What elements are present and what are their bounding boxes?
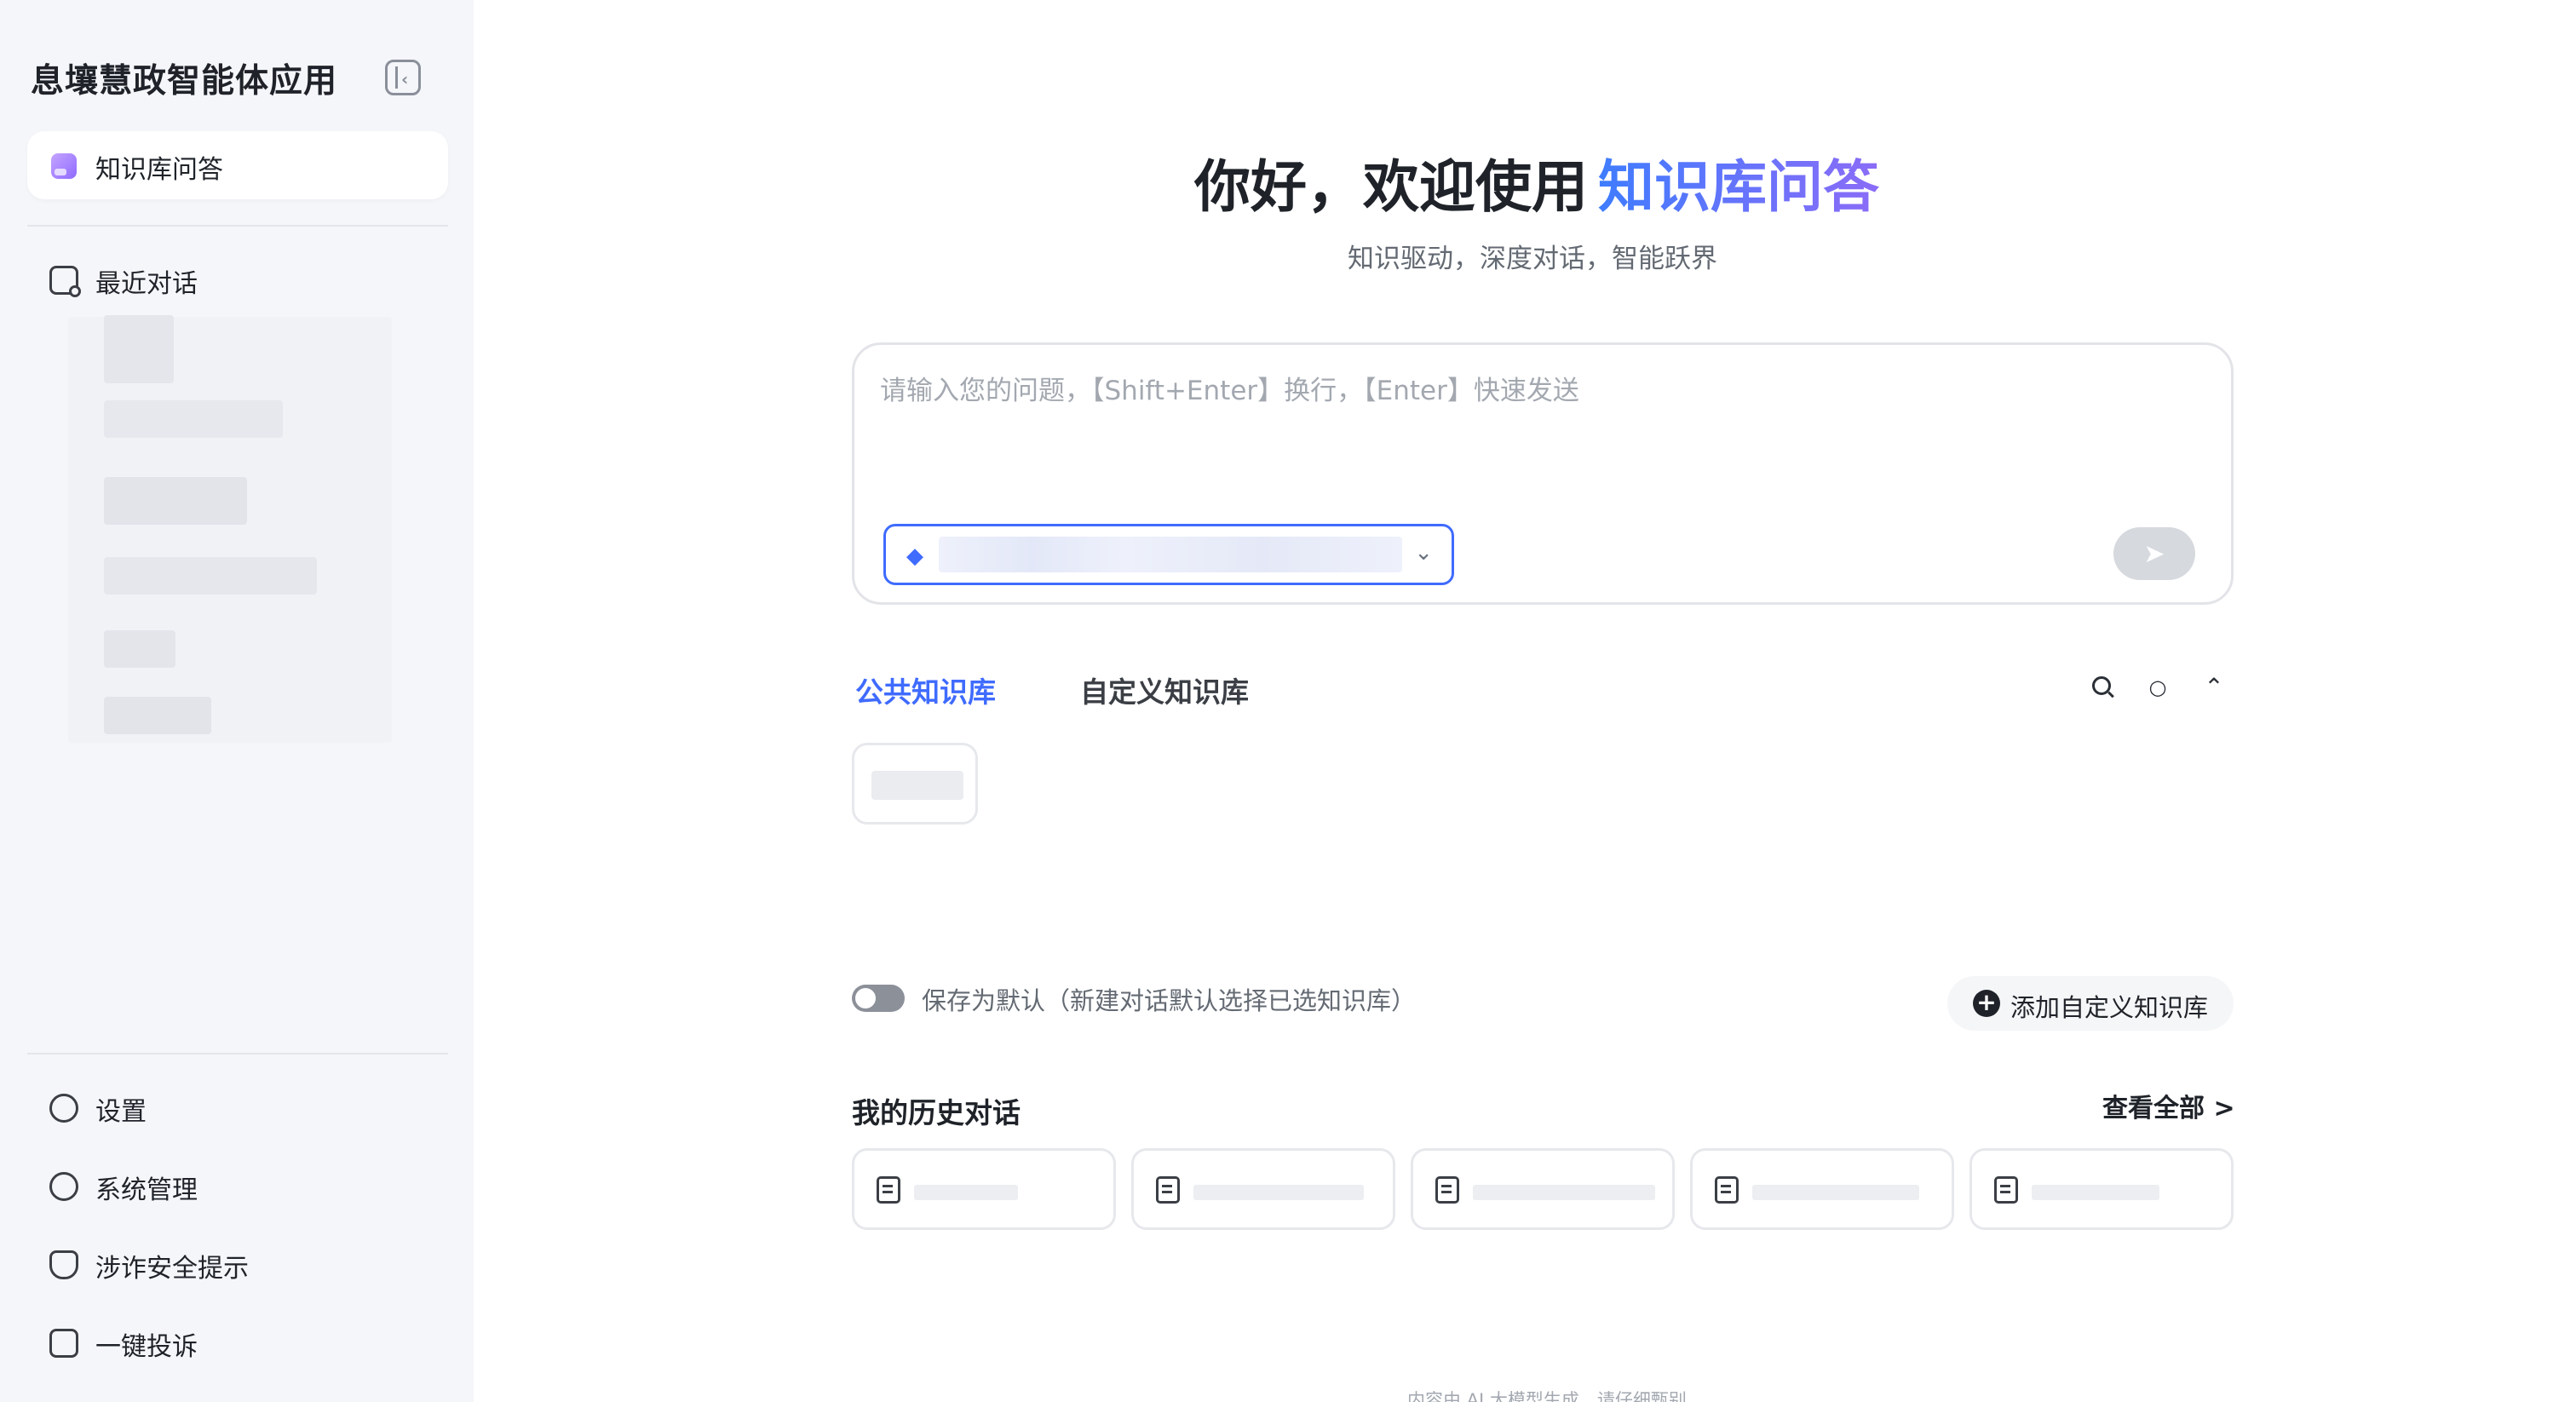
sidebar-item-label: 设置 (95, 1097, 147, 1127)
history-card[interactable] (1411, 1148, 1675, 1230)
question-input[interactable] (880, 376, 2192, 406)
sidebar-item-label: 涉诈安全提示 (95, 1254, 249, 1284)
plus-icon: + (1973, 990, 2000, 1017)
document-icon (877, 1176, 900, 1204)
history-card-title (1473, 1185, 1655, 1200)
history-title: 我的历史对话 (852, 1096, 1021, 1129)
view-all-link[interactable]: 查看全部 > (2102, 1087, 2235, 1124)
tab-public-knowledge[interactable]: 公共知识库 (855, 669, 996, 710)
history-card[interactable] (1969, 1148, 2234, 1230)
shield-icon (49, 1250, 78, 1279)
sidebar-item-fraud-safety[interactable]: 涉诈安全提示 (27, 1240, 448, 1288)
document-icon (1715, 1176, 1739, 1204)
history-icon (49, 266, 81, 297)
chevron-up-icon[interactable]: ⌃ (2203, 675, 2225, 699)
sidebar-item-label: 一键投诉 (95, 1332, 198, 1362)
model-logo-icon: ◆ (906, 543, 923, 569)
knowledge-base-card[interactable] (852, 743, 978, 825)
ai-disclaimer: 内容由 AI 大模型生成，请仔细甄别 (1407, 1390, 1687, 1402)
save-default-label: 保存为默认（新建对话默认选择已选知识库） (922, 986, 1417, 1015)
knowledge-qa-icon (51, 153, 77, 179)
history-card[interactable] (852, 1148, 1116, 1230)
hero-greeting: 你好，欢迎使用 (1194, 154, 1588, 220)
refresh-icon[interactable]: ○ (2147, 676, 2169, 698)
history-card[interactable] (1131, 1148, 1395, 1230)
sidebar: 息壤慧政智能体应用 ‹ 知识库问答 最近对话 设置 系统管理 涉诈安全提示 一键… (0, 0, 474, 1402)
add-custom-knowledge-button[interactable]: + 添加自定义知识库 (1947, 976, 2234, 1031)
history-card-title (1752, 1185, 1919, 1200)
user-manage-icon (49, 1172, 78, 1201)
app-title: 息壤慧政智能体应用 (31, 62, 338, 101)
send-button[interactable]: ➤ (2113, 527, 2195, 580)
add-custom-knowledge-label: 添加自定义知识库 (2010, 993, 2209, 1022)
sidebar-item-system-management[interactable]: 系统管理 (27, 1162, 448, 1210)
document-icon (1435, 1176, 1459, 1204)
knowledge-base-select[interactable]: ◆ ⌄ (883, 524, 1454, 585)
settings-icon (49, 1094, 78, 1123)
sidebar-item-label: 最近对话 (95, 269, 198, 299)
history-card-title (1193, 1185, 1364, 1200)
hero-title: 你好，欢迎使用 知识库问答 (1194, 141, 1879, 223)
history-card[interactable] (1690, 1148, 1954, 1230)
save-default-toggle[interactable] (852, 985, 905, 1012)
sidebar-item-settings[interactable]: 设置 (27, 1083, 448, 1131)
history-card-title (2032, 1185, 2159, 1200)
document-icon (1156, 1176, 1180, 1204)
sidebar-item-complaint[interactable]: 一键投诉 (27, 1319, 448, 1366)
divider (27, 225, 448, 227)
collapse-sidebar-icon[interactable]: ‹ (385, 60, 421, 95)
chat-input-box: ◆ ⌄ ➤ (852, 342, 2234, 605)
sidebar-item-label: 系统管理 (95, 1175, 198, 1205)
history-card-title (914, 1185, 1018, 1200)
chevron-down-icon: ⌄ (1414, 540, 1433, 566)
send-icon: ➤ (2143, 538, 2165, 569)
search-icon[interactable] (2092, 676, 2111, 695)
sidebar-item-label: 知识库问答 (95, 155, 223, 185)
selected-knowledge-base (939, 537, 1402, 572)
knowledge-base-name (871, 771, 963, 800)
tab-custom-knowledge[interactable]: 自定义知识库 (1080, 669, 1249, 710)
hero-highlight: 知识库问答 (1598, 154, 1879, 220)
complaint-icon (49, 1329, 78, 1358)
recent-conversation-list (68, 310, 417, 743)
divider (27, 1053, 448, 1054)
sidebar-item-knowledge-qa[interactable]: 知识库问答 (27, 131, 448, 199)
document-icon (1994, 1176, 2018, 1204)
sidebar-item-recent[interactable]: 最近对话 (27, 256, 448, 303)
hero-subtitle: 知识驱动，深度对话，智能跃界 (1348, 244, 1717, 274)
